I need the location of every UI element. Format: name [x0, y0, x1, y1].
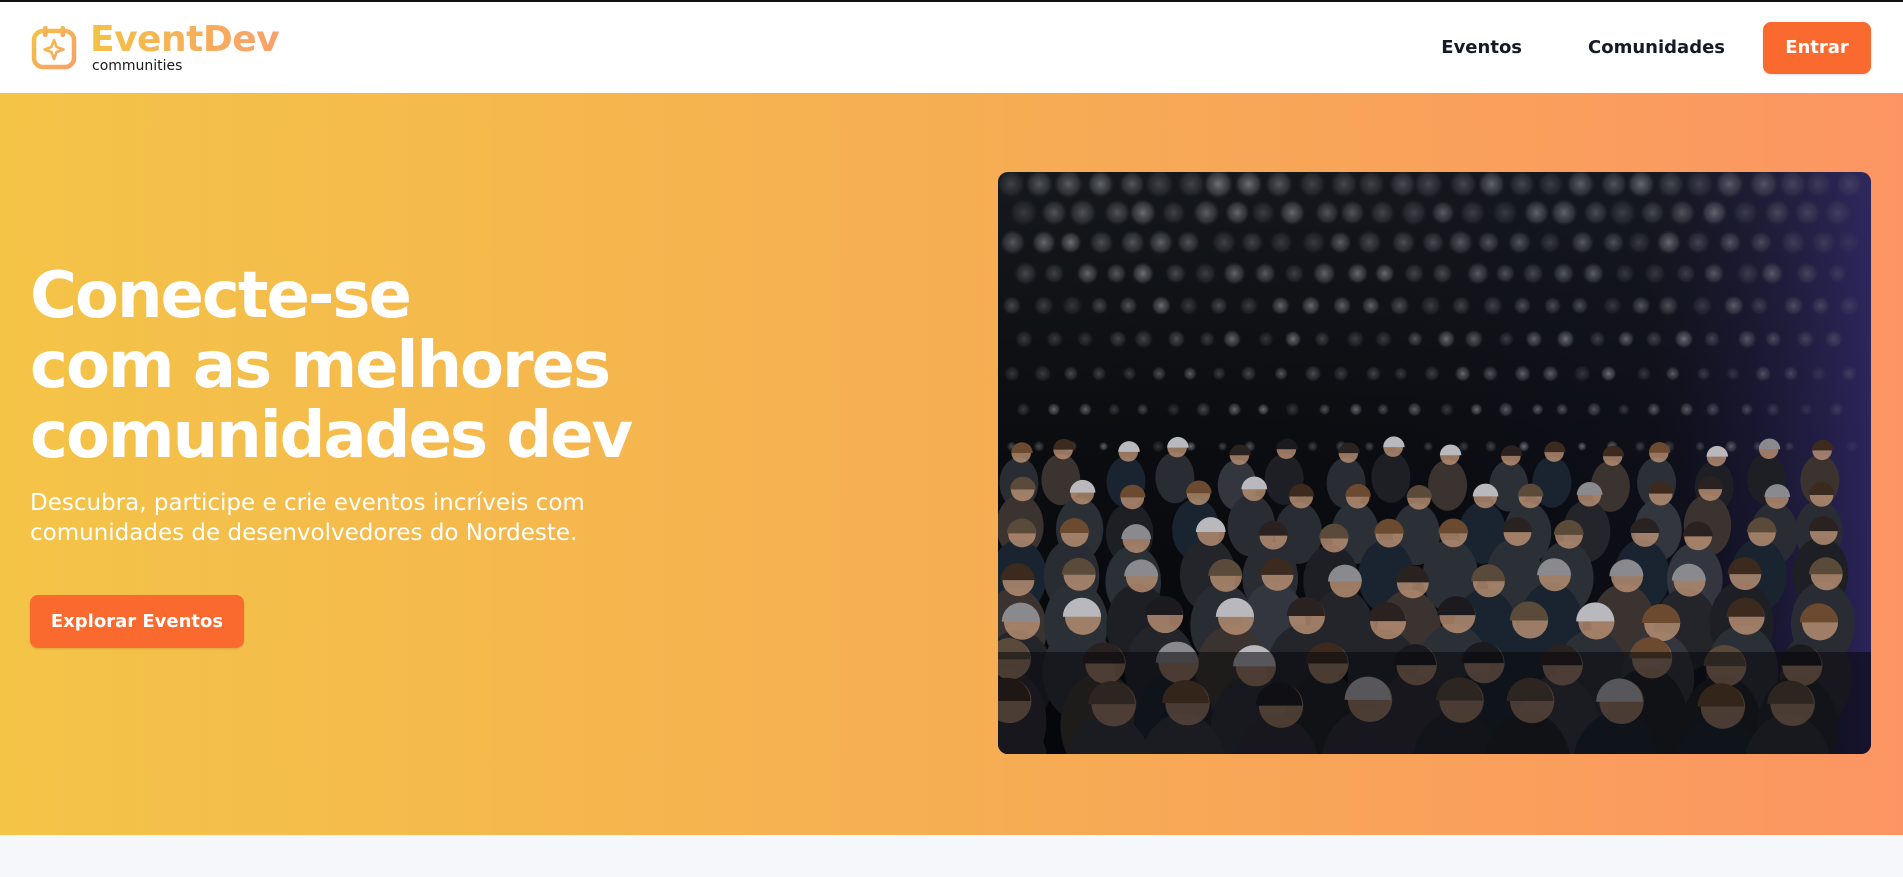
brand-name: EventDev [90, 19, 280, 60]
brand-subtitle: communities [92, 58, 183, 74]
calendar-sparkle-icon [31, 25, 77, 69]
nav-link-comunidades[interactable]: Comunidades [1588, 37, 1725, 58]
nav-link-eventos[interactable]: Eventos [1441, 37, 1522, 58]
hero-description-line: comunidades de desenvolvedores do Nordes… [30, 520, 578, 546]
login-button[interactable]: Entrar [1763, 21, 1871, 74]
conference-audience-photo [998, 172, 1871, 754]
site-header: EventDev communities Eventos Comunidades… [0, 0, 1903, 93]
hero-title-line: Conecte-se [30, 259, 412, 333]
explore-events-button[interactable]: Explorar Eventos [30, 595, 244, 648]
hero-title-line: comunidades dev [30, 399, 633, 473]
hero-title: Conecte-se com as melhores comunidades d… [30, 261, 710, 471]
hero-description-line: Descubra, participe e crie eventos incrí… [30, 490, 585, 516]
hero-description: Descubra, participe e crie eventos incrí… [30, 488, 670, 548]
hero-title-line: com as melhores [30, 329, 611, 403]
main-nav: Eventos Comunidades Entrar [1441, 21, 1871, 74]
brand-logo[interactable]: EventDev communities [30, 19, 280, 74]
hero-section: Conecte-se com as melhores comunidades d… [0, 93, 1903, 835]
